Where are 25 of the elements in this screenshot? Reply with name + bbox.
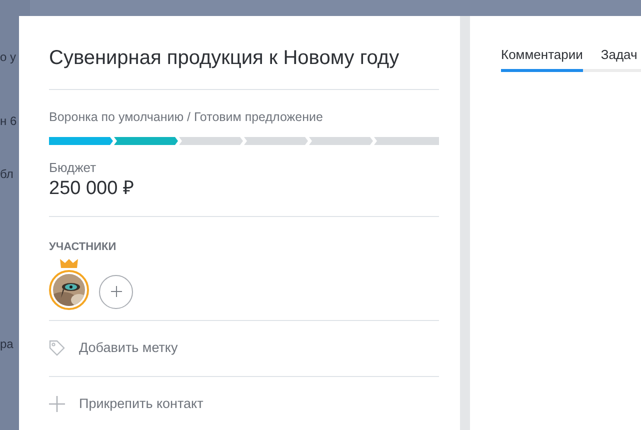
tab[interactable]: Комментарии bbox=[501, 45, 583, 72]
tab[interactable]: Задач bbox=[600, 45, 638, 72]
pipeline-path: Воронка по умолчанию / Готовим предложение bbox=[49, 109, 324, 126]
budget-label: Бюджет bbox=[49, 158, 98, 177]
pipeline-stage[interactable] bbox=[374, 136, 439, 145]
background-text: бл bbox=[0, 166, 14, 183]
add-participant-button[interactable] bbox=[99, 274, 133, 309]
tag-icon bbox=[49, 340, 65, 356]
add-tag-link[interactable]: Добавить метку bbox=[79, 338, 178, 358]
participants-label: УЧАСТНИКИ bbox=[49, 240, 118, 256]
pipeline-stage[interactable] bbox=[49, 136, 114, 145]
background-text: н 6 bbox=[0, 113, 17, 130]
background-text: о у bbox=[0, 49, 16, 66]
pipeline-stage[interactable] bbox=[309, 136, 374, 145]
scroll-bar[interactable] bbox=[460, 16, 470, 430]
pipeline-stage[interactable] bbox=[244, 136, 309, 145]
budget-value: 250 000 ₽ bbox=[49, 177, 135, 202]
avatar[interactable] bbox=[49, 270, 89, 310]
pipeline-stage[interactable] bbox=[179, 136, 244, 145]
plus-icon bbox=[49, 396, 65, 412]
pipeline-stage[interactable] bbox=[114, 136, 179, 145]
deal-title: Сувенирная продукция к Новому году bbox=[49, 46, 400, 71]
plus-icon bbox=[110, 286, 122, 298]
attach-contact-link[interactable]: Прикрепить контакт bbox=[79, 394, 204, 414]
background-text: ра bbox=[0, 336, 14, 353]
